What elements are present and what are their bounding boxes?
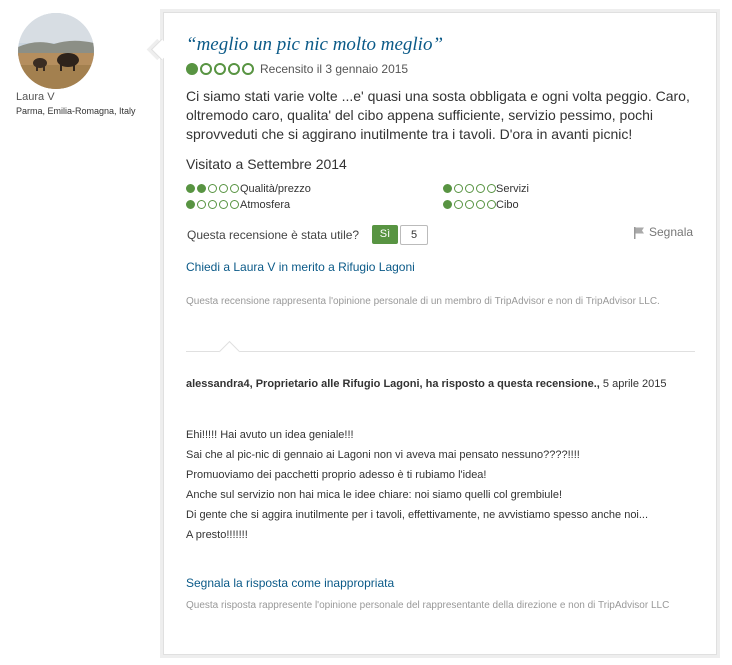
report-response-link[interactable]: Segnala la risposta come inappropriata <box>186 576 394 590</box>
response-line: Anche sul servizio non hai mica le idee … <box>186 489 563 501</box>
bubble-filled <box>186 184 195 193</box>
flag-icon <box>634 226 644 239</box>
response-divider <box>186 351 695 352</box>
response-date: 5 aprile 2015 <box>602 378 667 390</box>
bubble-empty <box>487 184 496 193</box>
response-author: alessandra4, Proprietario alle Rifugio L… <box>186 378 600 390</box>
bubble-empty <box>230 184 239 193</box>
reviewer-name[interactable]: Laura V <box>16 91 55 103</box>
response-line: Promuoviamo dei pacchetti proprio adesso… <box>186 469 487 481</box>
bubble-empty <box>476 200 485 209</box>
bubble-empty <box>214 63 226 75</box>
subrating-label: Atmosfera <box>240 199 291 211</box>
subrating-bubbles <box>443 200 496 209</box>
subrating-label: Servizi <box>496 183 530 195</box>
report-label: Segnala <box>649 225 694 239</box>
response-line: A presto!!!!!!! <box>186 529 248 541</box>
bubble-empty <box>454 200 463 209</box>
bubble-filled <box>186 200 195 209</box>
bubble-empty <box>219 200 228 209</box>
bubble-empty <box>230 200 239 209</box>
response-line: Ehi!!!!! Hai avuto un idea geniale!!! <box>186 429 354 441</box>
review-title[interactable]: “meglio un pic nic molto meglio” <box>186 34 443 56</box>
bubble-filled <box>443 184 452 193</box>
visit-date: Visitato a Settembre 2014 <box>186 156 347 172</box>
bubble-empty <box>487 200 496 209</box>
bubble-empty <box>465 200 474 209</box>
bubble-empty <box>208 184 217 193</box>
subrating-label: Cibo <box>496 199 519 211</box>
review-disclaimer: Questa recensione rappresenta l'opinione… <box>186 296 660 307</box>
bubble-empty <box>200 63 212 75</box>
bubble-filled <box>197 184 206 193</box>
bubble-empty <box>454 184 463 193</box>
bubble-empty <box>242 63 254 75</box>
bubble-empty <box>228 63 240 75</box>
reviewer-location: Parma, Emilia-Romagna, Italy <box>16 106 136 116</box>
response-header: alessandra4, Proprietario alle Rifugio L… <box>186 374 686 394</box>
helpful-count: 5 <box>400 225 428 245</box>
response-body: Ehi!!!!! Hai avuto un idea geniale!!! Sa… <box>186 425 691 545</box>
subrating-label: Qualità/prezzo <box>240 183 311 195</box>
review-body: Ci siamo stati varie volte ...e' quasi u… <box>186 88 690 142</box>
reviewer-avatar[interactable] <box>18 13 94 89</box>
bubble-filled <box>186 63 198 75</box>
bubble-filled <box>443 200 452 209</box>
report-button[interactable]: Segnala <box>633 225 693 239</box>
helpful-question: Questa recensione è stata utile? <box>187 228 360 242</box>
ask-reviewer-link[interactable]: Chiedi a Laura V in merito a Rifugio Lag… <box>186 260 415 274</box>
review-date: Recensito il 3 gennaio 2015 <box>260 62 409 76</box>
response-line: Sai che al pic-nic di gennaio ai Lagoni … <box>186 449 580 461</box>
response-disclaimer: Questa risposta rappresente l'opinione p… <box>186 600 670 611</box>
response-line: Di gente che si aggira inutilmente per i… <box>186 509 649 521</box>
bubble-empty <box>476 184 485 193</box>
helpful-yes-button[interactable]: Sì <box>372 225 398 244</box>
bubble-empty <box>197 200 206 209</box>
subrating-bubbles <box>186 184 239 193</box>
subrating-bubbles <box>186 200 239 209</box>
subrating-bubbles <box>443 184 496 193</box>
bubble-empty <box>219 184 228 193</box>
bubble-empty <box>465 184 474 193</box>
bubble-empty <box>208 200 217 209</box>
overall-rating-bubbles <box>186 63 254 75</box>
